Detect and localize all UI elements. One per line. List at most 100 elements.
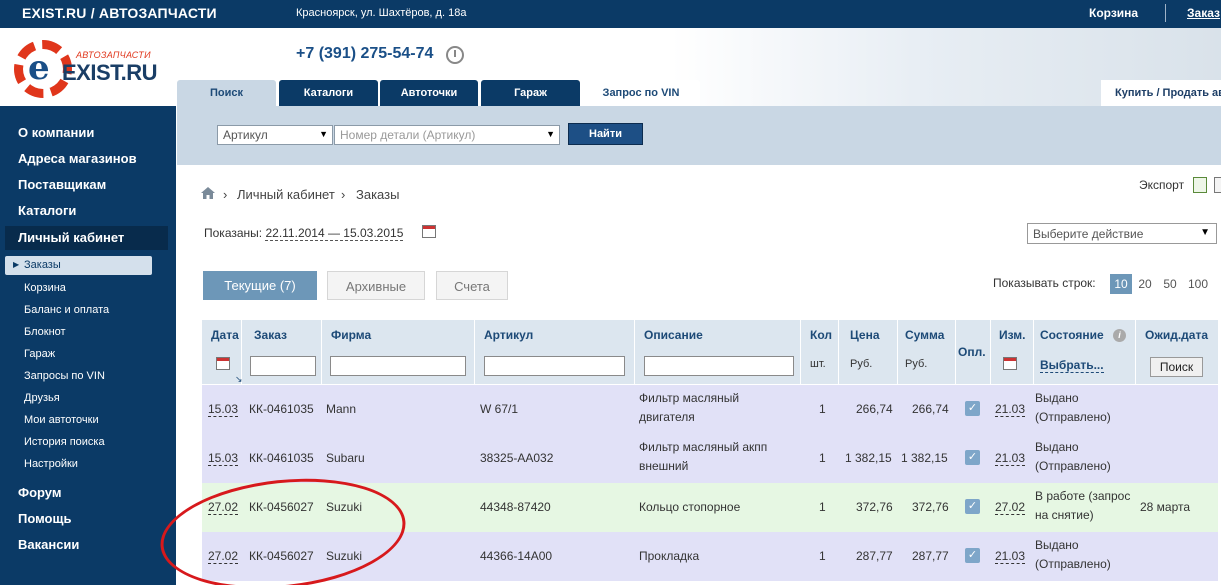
home-icon[interactable] xyxy=(200,186,216,200)
col-sum[interactable]: Сумма xyxy=(905,328,944,342)
table-row[interactable]: 15.03 КК-0461035 Subaru 38325-AA032 Филь… xyxy=(202,434,1218,483)
print-icon[interactable] xyxy=(1214,177,1221,193)
row-status: Выдано (Отправлено) xyxy=(1035,536,1111,574)
info-icon[interactable]: i xyxy=(1113,329,1126,342)
col-date[interactable]: Дата xyxy=(211,328,239,342)
row-order[interactable]: КК-0461035 xyxy=(249,402,314,416)
orders-link[interactable]: Заказ xyxy=(1187,6,1220,20)
row-expected: 28 марта xyxy=(1140,500,1191,514)
breadcrumb-separator: › xyxy=(223,187,228,202)
row-sum: 287,77 xyxy=(912,549,949,563)
col-firm[interactable]: Фирма xyxy=(331,328,371,342)
sidebar-item-cabinet[interactable]: Личный кабинет xyxy=(5,226,168,250)
sidebar-sub-notepad[interactable]: Блокнот xyxy=(24,326,66,338)
sidebar-sub-vin[interactable]: Запросы по VIN xyxy=(24,370,105,382)
col-qty[interactable]: Кол xyxy=(810,328,832,342)
col-status[interactable]: Состояние xyxy=(1040,328,1104,342)
col-article[interactable]: Артикул xyxy=(484,328,533,342)
row-date[interactable]: 15.03 xyxy=(208,402,239,417)
sidebar-sub-friends[interactable]: Друзья xyxy=(24,392,60,404)
search-type-select[interactable]: Артикул ▼ xyxy=(217,125,333,145)
search-bar: Артикул ▼ Номер детали (Артикул) ▼ Найти xyxy=(177,106,1221,165)
sidebar-sub-orders[interactable]: ▶ Заказы xyxy=(5,256,152,275)
row-qty: 1 xyxy=(819,402,826,416)
col-expected[interactable]: Ожид.дата xyxy=(1145,328,1208,342)
sidebar-item-help[interactable]: Помощь xyxy=(18,511,71,526)
search-type-value: Артикул xyxy=(223,128,268,142)
date-filter-calendar-icon[interactable] xyxy=(216,357,230,370)
site-brand[interactable]: EXIST.RU / АВТОЗАПЧАСТИ xyxy=(22,5,217,21)
part-number-input[interactable]: Номер детали (Артикул) ▼ xyxy=(334,125,560,145)
sidebar-item-forum[interactable]: Форум xyxy=(18,485,61,500)
rows-per-page-label: Показывать строк: xyxy=(993,276,1096,290)
tab-garage[interactable]: Гараж xyxy=(481,80,580,106)
tab-search[interactable]: Поиск xyxy=(177,80,276,106)
sidebar-item-catalogs[interactable]: Каталоги xyxy=(18,203,76,218)
row-article[interactable]: 44348-87420 xyxy=(480,500,551,514)
filter-article-input[interactable] xyxy=(484,356,625,376)
column-divider xyxy=(321,320,322,384)
sidebar-sub-balance[interactable]: Баланс и оплата xyxy=(24,304,109,316)
filter-order-input[interactable] xyxy=(250,356,316,376)
rows-option-100[interactable]: 100 xyxy=(1187,274,1209,294)
col-description[interactable]: Описание xyxy=(644,328,703,342)
rows-option-20[interactable]: 20 xyxy=(1138,274,1152,294)
sidebar-sub-history[interactable]: История поиска xyxy=(24,436,105,448)
row-changed[interactable]: 21.03 xyxy=(995,549,1026,564)
calendar-icon[interactable] xyxy=(422,225,436,238)
buy-sell-link[interactable]: Купить / Продать ав xyxy=(1101,80,1221,106)
sidebar-sub-autopoints[interactable]: Мои автоточки xyxy=(24,414,99,426)
col-paid[interactable]: Опл. xyxy=(958,345,986,359)
breadcrumb-cabinet[interactable]: Личный кабинет xyxy=(237,187,335,202)
tab-vin-request[interactable]: Запрос по VIN xyxy=(582,80,700,106)
col-price[interactable]: Цена xyxy=(850,328,880,342)
export-link[interactable]: Экспорт xyxy=(1139,178,1184,192)
row-description-line1: Фильтр масляный акпп xyxy=(639,440,768,454)
row-article[interactable]: 38325-AA032 xyxy=(480,451,553,465)
sidebar-sub-cart[interactable]: Корзина xyxy=(24,282,66,294)
sidebar-sub-settings[interactable]: Настройки xyxy=(24,458,78,470)
column-divider xyxy=(800,320,801,384)
row-status-line1: Выдано xyxy=(1035,391,1079,405)
row-changed[interactable]: 21.03 xyxy=(995,402,1026,417)
find-button[interactable]: Найти xyxy=(568,123,643,145)
row-changed[interactable]: 21.03 xyxy=(995,451,1026,466)
filter-firm-input[interactable] xyxy=(330,356,466,376)
tab-invoices[interactable]: Счета xyxy=(436,271,508,300)
rows-option-50[interactable]: 50 xyxy=(1163,274,1177,294)
sidebar-item-about[interactable]: О компании xyxy=(18,125,94,140)
topbar-divider xyxy=(1165,4,1166,22)
action-select[interactable]: Выберите действие ▼ xyxy=(1027,223,1217,244)
tab-catalogs[interactable]: Каталоги xyxy=(279,80,378,106)
sidebar-item-vacancies[interactable]: Вакансии xyxy=(18,537,79,552)
tab-autopoints[interactable]: Автоточки xyxy=(380,80,478,106)
row-sum: 266,74 xyxy=(912,402,949,416)
clock-icon[interactable] xyxy=(446,46,464,64)
sidebar-item-suppliers[interactable]: Поставщикам xyxy=(18,177,106,192)
site-logo[interactable]: e АВТОЗАПЧАСТИ EXIST.RU xyxy=(14,40,164,100)
row-article[interactable]: W 67/1 xyxy=(480,402,518,416)
row-changed[interactable]: 27.02 xyxy=(995,500,1026,515)
tab-archive-orders[interactable]: Архивные xyxy=(327,271,425,300)
date-range-value[interactable]: 22.11.2014 — 15.03.2015 xyxy=(265,226,404,241)
sidebar: О компании Адреса магазинов Поставщикам … xyxy=(0,106,176,585)
status-filter-choose[interactable]: Выбрать... xyxy=(1040,358,1104,373)
rows-option-10[interactable]: 10 xyxy=(1110,274,1132,294)
row-status-line2: (Отправлено) xyxy=(1035,557,1111,571)
logo-subtitle: АВТОЗАПЧАСТИ xyxy=(76,50,151,60)
cart-link[interactable]: Корзина xyxy=(1089,6,1138,20)
row-sum: 1 382,15 xyxy=(901,451,948,465)
row-order[interactable]: КК-0461035 xyxy=(249,451,314,465)
sidebar-item-stores[interactable]: Адреса магазинов xyxy=(18,151,137,166)
col-order[interactable]: Заказ xyxy=(254,328,287,342)
changed-filter-calendar-icon[interactable] xyxy=(1003,357,1017,370)
row-date[interactable]: 15.03 xyxy=(208,451,239,466)
row-article[interactable]: 44366-14A00 xyxy=(480,549,552,563)
col-changed[interactable]: Изм. xyxy=(999,328,1026,342)
sidebar-sub-garage[interactable]: Гараж xyxy=(24,348,55,360)
table-row[interactable]: 15.03 КК-0461035 Mann W 67/1 Фильтр масл… xyxy=(202,385,1218,434)
tab-current-orders[interactable]: Текущие (7) xyxy=(203,271,317,300)
table-search-button[interactable]: Поиск xyxy=(1150,357,1203,377)
filter-description-input[interactable] xyxy=(644,356,794,376)
excel-export-icon[interactable] xyxy=(1193,177,1207,193)
